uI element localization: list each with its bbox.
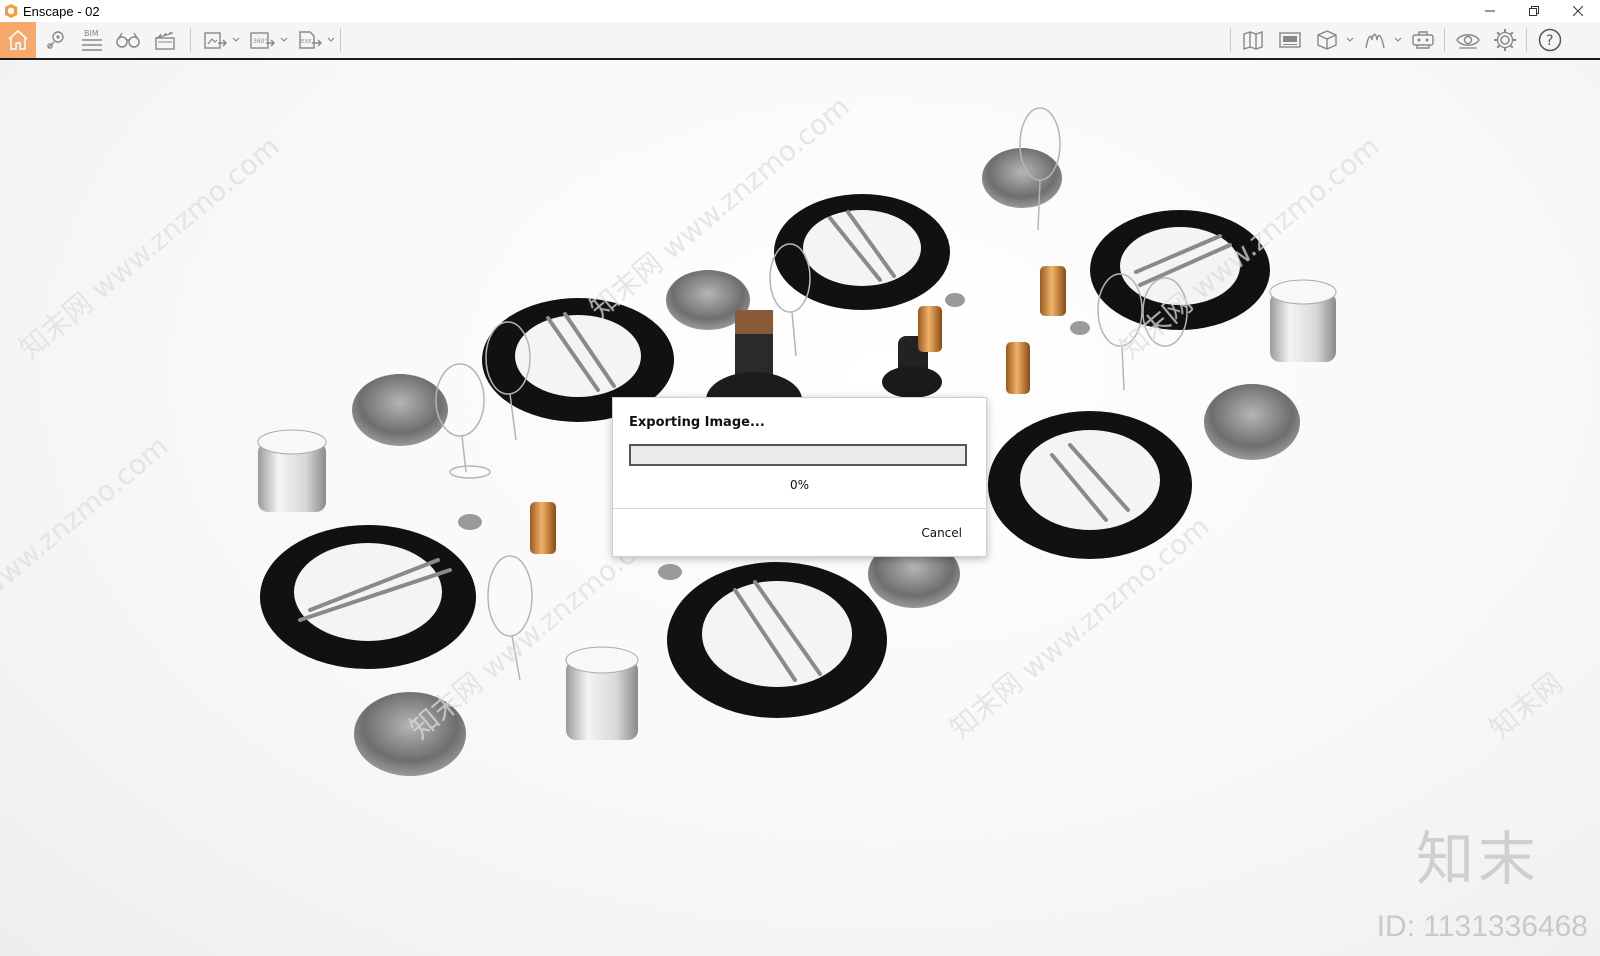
svg-text:知末网: 知末网: [1483, 666, 1569, 745]
panorama-button[interactable]: 360°: [244, 22, 280, 58]
asset-cube-icon: [1317, 30, 1337, 50]
visual-settings-eye-button[interactable]: [1450, 22, 1486, 58]
presentation-button[interactable]: [1272, 22, 1308, 58]
export-progress-dialog: Exporting Image... 0% Cancel: [612, 397, 987, 557]
svg-text:EXE: EXE: [301, 39, 312, 45]
chevron-down-icon[interactable]: [1393, 34, 1403, 44]
watermark-brand: 知末: [1415, 825, 1540, 893]
copper-cup: [1006, 342, 1030, 394]
asset-library-button[interactable]: [1309, 22, 1345, 58]
chevron-down-icon[interactable]: [231, 34, 241, 44]
panorama-360-icon: 360°: [250, 32, 275, 49]
views-button[interactable]: [38, 22, 74, 58]
vr-headset-icon: [1412, 31, 1434, 49]
title-bar: Enscape - 02: [0, 0, 1600, 22]
copper-cup: [530, 502, 556, 554]
svg-text:知末网 www.znzmo.com: 知末网 www.znzmo.com: [13, 129, 285, 365]
copper-cup: [1040, 266, 1066, 316]
home-button[interactable]: [0, 22, 36, 58]
close-button[interactable]: [1556, 0, 1600, 22]
restore-icon: [1529, 6, 1539, 16]
location-pin-icon: [47, 31, 64, 49]
glass-tumbler: [565, 646, 639, 740]
gear-icon: [1494, 29, 1516, 51]
svg-text:?: ?: [1546, 33, 1553, 49]
chevron-down-icon[interactable]: [279, 34, 289, 44]
glass-tumbler: [257, 429, 327, 512]
material-brush-icon: [1365, 33, 1385, 49]
material-editor-button[interactable]: [1357, 22, 1393, 58]
window-title: Enscape - 02: [23, 3, 100, 19]
dialog-title: Exporting Image...: [629, 415, 765, 430]
map-button[interactable]: [1236, 22, 1272, 58]
settings-button[interactable]: [1487, 22, 1523, 58]
bim-button[interactable]: BIM: [74, 22, 110, 58]
cancel-button[interactable]: Cancel: [913, 521, 970, 545]
bowl: [352, 374, 448, 446]
binoculars-button[interactable]: [110, 22, 146, 58]
svg-text:BIM: BIM: [84, 29, 99, 38]
enscape-logo-icon: [5, 4, 17, 18]
restore-button[interactable]: [1512, 0, 1556, 22]
progress-bar: [629, 444, 967, 466]
home-icon: [8, 29, 28, 50]
chevron-down-icon[interactable]: [1345, 34, 1355, 44]
toolbar: BIM 360° EXE ?: [0, 22, 1600, 75]
help-button[interactable]: ?: [1532, 22, 1568, 58]
clapperboard-icon: [155, 31, 175, 50]
minimize-icon: [1485, 10, 1495, 12]
eye-view-icon: [1456, 34, 1480, 49]
glass-tumbler: [1269, 279, 1337, 362]
svg-text:360°: 360°: [253, 38, 267, 45]
copper-cup: [918, 306, 942, 352]
chevron-down-icon[interactable]: [326, 34, 336, 44]
render-image-button[interactable]: [197, 22, 233, 58]
map-icon: [1243, 31, 1263, 50]
binoculars-icon: [116, 32, 140, 48]
minimize-button[interactable]: [1468, 0, 1512, 22]
export-exe-button[interactable]: EXE: [292, 22, 328, 58]
progress-percent: 0%: [789, 478, 810, 492]
watermark-id: ID: 1131336468: [1376, 910, 1588, 943]
bowl: [1204, 384, 1300, 460]
help-icon: ?: [1538, 28, 1562, 52]
close-icon: [1573, 6, 1583, 16]
render-image-icon: [204, 32, 227, 49]
export-exe-icon: EXE: [299, 31, 322, 49]
plate-setting: [667, 562, 887, 718]
bim-icon: BIM: [82, 29, 102, 51]
video-editor-icon: [1279, 32, 1301, 48]
vr-headset-button[interactable]: [1405, 22, 1441, 58]
video-editor-button[interactable]: [147, 22, 183, 58]
dialog-divider: [613, 508, 986, 509]
svg-text:www.znzmo.com: www.znzmo.com: [0, 429, 174, 605]
plate-setting: [774, 194, 950, 310]
